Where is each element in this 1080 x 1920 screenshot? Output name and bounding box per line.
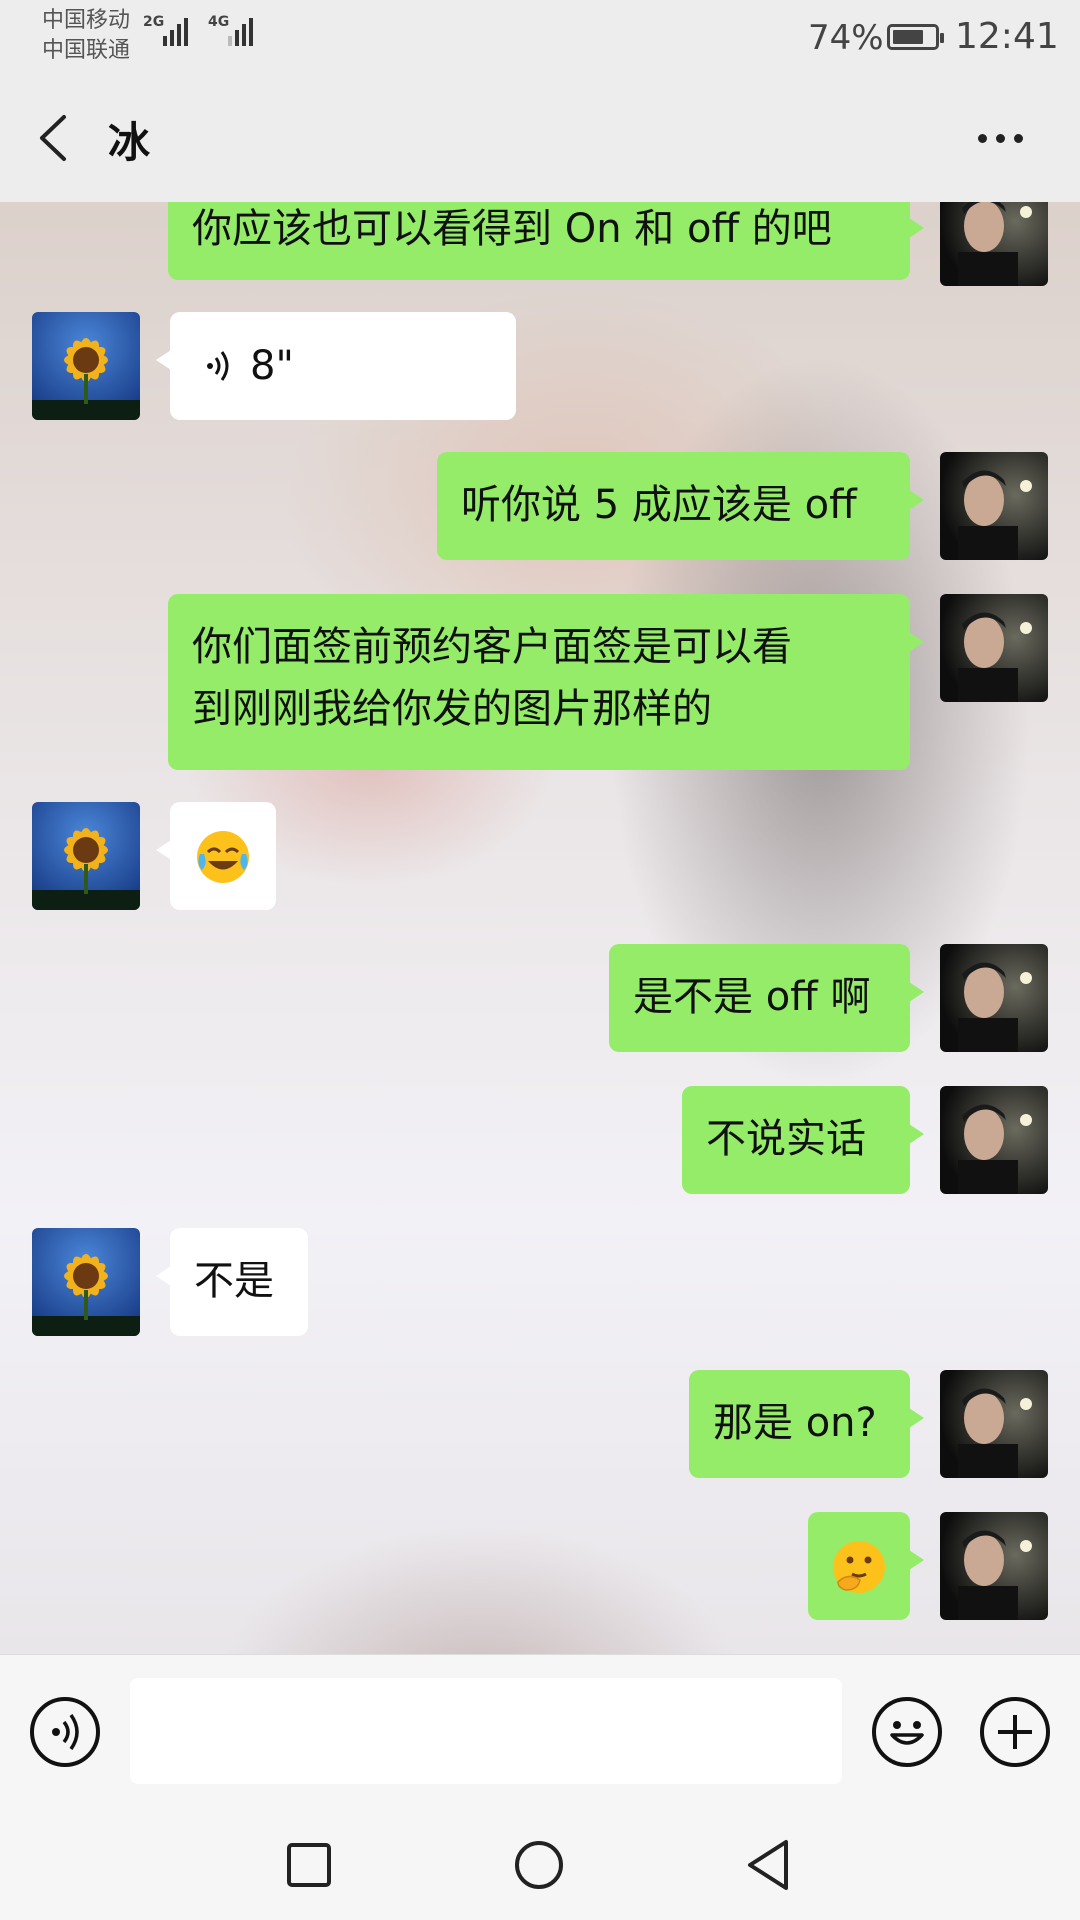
message-text: 你应该也可以看得到 On 和 off 的吧 [192,206,832,252]
message-input[interactable] [130,1678,842,1784]
message-bubble-sent[interactable]: 那是 on? [689,1370,924,1478]
message-bubble-sent[interactable]: 你们面签前预约客户面签是可以看 到刚刚我给你发的图片那样的 [168,594,924,770]
message-bubble-sent[interactable]: 是不是 off 啊 [609,944,924,1052]
avatar-self[interactable] [940,594,1048,702]
emoji-message-bubble[interactable] [808,1512,924,1620]
message-bubble-sent[interactable]: 你应该也可以看得到 On 和 off 的吧 [168,202,924,280]
voice-input-icon[interactable] [30,1697,100,1767]
chat-header: 冰 [0,75,1080,202]
battery-percent: 74% [808,18,884,58]
message-bubble-sent[interactable]: 不说实话 [682,1086,924,1194]
avatar-self[interactable] [940,1370,1048,1478]
avatar-self[interactable] [940,1512,1048,1620]
avatar-contact[interactable] [32,802,140,910]
message-bubble-sent[interactable]: 听你说 5 成应该是 off [437,452,924,560]
message-text: 那是 on? [713,1400,877,1446]
plus-icon[interactable] [980,1697,1050,1767]
signal-4g-icon: 4G [208,14,253,46]
carrier-info: 中国移动 中国联通 [42,6,130,66]
chat-area[interactable]: 你应该也可以看得到 On 和 off 的吧 8" 听你说 5 成应该是 off … [0,202,1080,1654]
avatar-self[interactable] [940,944,1048,1052]
voice-wave-icon [207,351,229,381]
message-text-line-1: 你们面签前预约客户面签是可以看 [192,624,792,670]
voice-duration: 8" [250,343,294,389]
square-icon[interactable] [286,1842,332,1888]
avatar-self[interactable] [940,452,1048,560]
battery-icon [887,24,944,50]
crying-laughing-emoji [197,831,249,883]
carrier-2: 中国联通 [42,38,131,63]
carrier-1: 中国移动 [42,8,131,33]
message-text: 听你说 5 成应该是 off [461,482,857,528]
avatar-self[interactable] [940,202,1048,286]
chevron-left-icon[interactable] [34,113,84,163]
input-bar [0,1654,1080,1805]
avatar-self[interactable] [940,1086,1048,1194]
signal-2g-icon: 2G [143,14,188,46]
thinking-emoji [833,1541,885,1593]
message-text: 是不是 off 啊 [633,974,871,1020]
message-text: 不说实话 [706,1116,866,1162]
status-bar: 中国移动 中国联通 2G 4G 74% 12:41 [0,0,1080,75]
emoji-message-bubble[interactable] [156,802,276,910]
message-text: 不是 [194,1258,274,1304]
avatar-contact[interactable] [32,1228,140,1336]
message-text-line-2: 到刚刚我给你发的图片那样的 [192,686,712,732]
more-dots-icon[interactable] [978,125,1032,151]
clock: 12:41 [955,16,1059,57]
circle-icon[interactable] [514,1840,564,1890]
avatar-contact[interactable] [32,312,140,420]
chat-title: 冰 [108,118,151,167]
system-navigation-bar [0,1804,1080,1920]
voice-message-bubble[interactable]: 8" [156,312,516,420]
triangle-back-icon[interactable] [744,1838,792,1892]
message-bubble-received[interactable]: 不是 [156,1228,308,1336]
smiley-icon[interactable] [872,1697,942,1767]
